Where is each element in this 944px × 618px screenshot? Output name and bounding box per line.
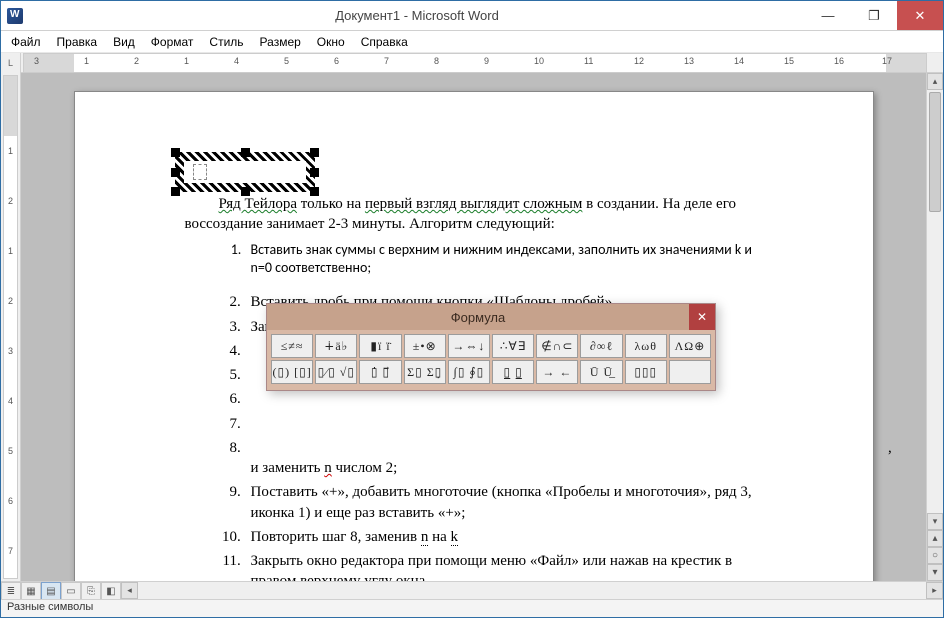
maximize-button[interactable]: ❐	[851, 1, 897, 30]
status-text: Разные символы	[7, 601, 93, 613]
app-window: Документ1 - Microsoft Word — ❐ ✕ Файл Пр…	[0, 0, 944, 618]
palette-settheory[interactable]: ∉∩⊂	[536, 334, 578, 358]
view-normal[interactable]: ≣	[1, 582, 21, 600]
scroll-down-button[interactable]: ▾	[927, 513, 943, 530]
step-11: Закрыть окно редактора при помощи меню «…	[245, 551, 773, 581]
horizontal-ruler[interactable]: 312 145 678 91011 121314 151617	[23, 53, 927, 73]
minimize-button[interactable]: —	[805, 1, 851, 30]
step-10: Повторить шаг 8, заменив n на k	[245, 527, 773, 547]
menu-file[interactable]: Файл	[3, 32, 49, 52]
formula-row-2: (▯) [▯] ▯⁄▯ √▯ ▯̇ ▯⃗ Σ▯ Σ▯̣ ∫▯ ∮▯ ▯̲ ▯̲ …	[271, 360, 711, 384]
view-outline[interactable]: ▭	[61, 582, 81, 600]
close-button[interactable]: ✕	[897, 1, 943, 30]
step-7	[245, 414, 773, 434]
vertical-scrollbar[interactable]: ▴ ▾ ▴ ○ ▾	[926, 73, 943, 581]
window-title: Документ1 - Microsoft Word	[29, 8, 805, 23]
hscroll-right[interactable]: ▸	[926, 582, 943, 599]
step-6	[245, 389, 773, 409]
palette-greek-lower[interactable]: λωθ	[625, 334, 667, 358]
formula-title-text: Формула	[267, 310, 689, 325]
palette-relational[interactable]: ≤≠≈	[271, 334, 313, 358]
template-sums[interactable]: Σ▯ Σ▯̣	[404, 360, 446, 384]
horizontal-scroll-row: ≣ ▦ ▤ ▭ ⎘ ◧ ◂ ▸	[1, 581, 943, 599]
hscroll-left[interactable]: ◂	[121, 582, 138, 599]
menu-size[interactable]: Размер	[252, 32, 309, 52]
formula-close-button[interactable]: ✕	[689, 304, 715, 330]
formula-palette[interactable]: Формула ✕ ≤≠≈ ∔ä♭ ▮ï ï̈ ±•⊗ →⇔↓ ∴∀∃ ∉∩⊂ …	[266, 303, 716, 391]
step-8: xxxxxxxxxxxxxxxxxxxxxxxxxxxxxxxxxxxxxxxx…	[245, 438, 773, 479]
template-integrals[interactable]: ∫▯ ∮▯	[448, 360, 490, 384]
word-icon	[7, 8, 23, 24]
view-draft[interactable]: ◧	[101, 582, 121, 600]
next-page-button[interactable]: ▾	[927, 564, 943, 581]
palette-arrows[interactable]: →⇔↓	[448, 334, 490, 358]
menu-format[interactable]: Формат	[143, 32, 202, 52]
step-1: Вставить знак суммы с верхним и нижним и…	[245, 241, 773, 279]
scroll-thumb[interactable]	[929, 92, 941, 212]
horizontal-scrollbar[interactable]: ◂ ▸	[121, 582, 943, 599]
menu-window[interactable]: Окно	[309, 32, 353, 52]
template-fractions[interactable]: ▯⁄▯ √▯	[315, 360, 357, 384]
view-web[interactable]: ▦	[21, 582, 41, 600]
view-reading[interactable]: ⎘	[81, 582, 101, 600]
ruler-corner[interactable]: L	[1, 53, 21, 73]
resize-handle-t[interactable]	[241, 148, 250, 157]
formula-titlebar[interactable]: Формула ✕	[267, 304, 715, 330]
steps-list: Вставить знак суммы с верхним и нижним и…	[245, 241, 773, 582]
prev-page-button[interactable]: ▴	[927, 530, 943, 547]
formula-row-1: ≤≠≈ ∔ä♭ ▮ï ï̈ ±•⊗ →⇔↓ ∴∀∃ ∉∩⊂ ∂∞ℓ λωθ ΛΩ…	[271, 334, 711, 358]
menu-style[interactable]: Стиль	[201, 32, 251, 52]
horizontal-ruler-row: L 312 145 678 91011 121314 151617	[1, 53, 943, 73]
formula-body: ≤≠≈ ∔ä♭ ▮ï ï̈ ±•⊗ →⇔↓ ∴∀∃ ∉∩⊂ ∂∞ℓ λωθ ΛΩ…	[267, 330, 715, 390]
template-bars[interactable]: ▯̲ ▯̲	[492, 360, 534, 384]
palette-greek-upper[interactable]: ΛΩ⊕	[669, 334, 711, 358]
titlebar: Документ1 - Microsoft Word — ❐ ✕	[1, 1, 943, 31]
menu-help[interactable]: Справка	[353, 32, 416, 52]
window-buttons: — ❐ ✕	[805, 1, 943, 30]
template-scripts[interactable]: ▯̇ ▯⃗	[359, 360, 401, 384]
menubar: Файл Правка Вид Формат Стиль Размер Окно…	[1, 31, 943, 53]
template-fences[interactable]: (▯) [▯]	[271, 360, 313, 384]
resize-handle-l[interactable]	[171, 168, 180, 177]
view-print[interactable]: ▤	[41, 582, 61, 600]
resize-handle-bl[interactable]	[171, 187, 180, 196]
menu-edit[interactable]: Правка	[49, 32, 106, 52]
step-9: Поставить «+», добавить многоточие (кноп…	[245, 482, 773, 523]
equation-object[interactable]	[175, 152, 315, 192]
template-over-under[interactable]: Ū Ū̲	[580, 360, 622, 384]
equation-placeholder[interactable]	[193, 164, 207, 180]
intro-paragraph: Ряд Тейлора только на первый взгляд выгл…	[185, 194, 773, 235]
palette-spaces[interactable]: ∔ä♭	[315, 334, 357, 358]
vertical-ruler[interactable]: 121 234 567	[1, 73, 21, 581]
scroll-up-button[interactable]: ▴	[927, 73, 943, 90]
resize-handle-tr[interactable]	[310, 148, 319, 157]
palette-embellish[interactable]: ▮ï ï̈	[359, 334, 401, 358]
resize-handle-r[interactable]	[310, 168, 319, 177]
resize-handle-b[interactable]	[241, 187, 250, 196]
palette-logical[interactable]: ∴∀∃	[492, 334, 534, 358]
palette-operators[interactable]: ±•⊗	[404, 334, 446, 358]
template-matrices[interactable]: ▯▯▯	[625, 360, 667, 384]
view-buttons: ≣ ▦ ▤ ▭ ⎘ ◧	[1, 582, 121, 599]
template-labeled-arrows[interactable]: → ←	[536, 360, 578, 384]
resize-handle-tl[interactable]	[171, 148, 180, 157]
palette-misc[interactable]: ∂∞ℓ	[580, 334, 622, 358]
statusbar: Разные символы	[1, 599, 943, 617]
menu-view[interactable]: Вид	[105, 32, 143, 52]
template-empty[interactable]	[669, 360, 711, 384]
resize-handle-br[interactable]	[310, 187, 319, 196]
browse-object-button[interactable]: ○	[927, 547, 943, 564]
